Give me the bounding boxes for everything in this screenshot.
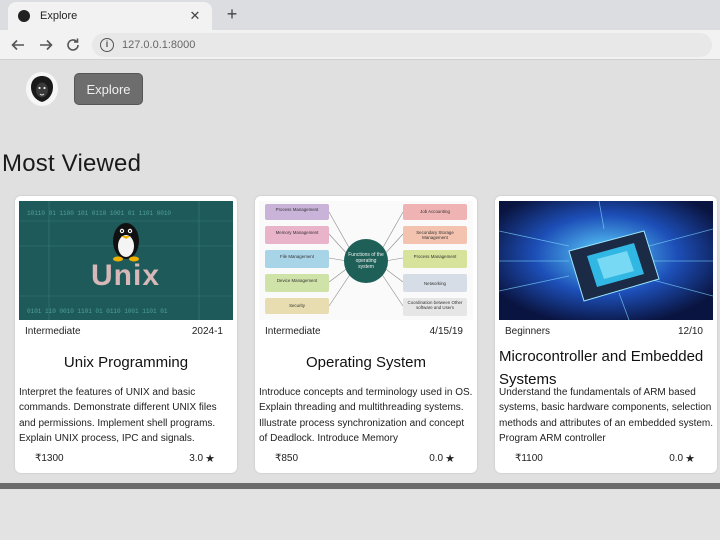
back-button[interactable]: [8, 35, 28, 55]
arrow-right-icon: [40, 39, 53, 51]
explore-button[interactable]: Explore: [74, 73, 143, 105]
star-icon: ★: [445, 453, 455, 465]
reload-button[interactable]: [63, 35, 83, 55]
microchip-image: [499, 201, 713, 320]
page-footer-area: [0, 489, 720, 540]
unix-course-image: 10110 01 1100 101 0110 1001 01 1101 0010…: [19, 201, 233, 320]
course-card-unix[interactable]: 10110 01 1100 101 0110 1001 01 1101 0010…: [15, 196, 237, 473]
course-title[interactable]: Unix Programming: [19, 354, 233, 371]
os-node-labels: Process Management Memory Management Fil…: [259, 201, 473, 320]
arrow-left-icon: [11, 39, 24, 51]
star-icon: ★: [685, 453, 695, 465]
os-center-label: Functions of the operating system: [348, 252, 384, 270]
browser-tab-bar: Explore ✕ +: [0, 0, 720, 30]
course-price: ₹1100: [515, 453, 543, 464]
url-text: 127.0.0.1:8000: [122, 39, 196, 51]
os-functions-diagram-image: Process Management Memory Management Fil…: [259, 201, 473, 320]
course-card-microcontroller[interactable]: Beginners 12/10 Microcontroller and Embe…: [495, 196, 717, 473]
os-node-label: Security: [289, 303, 305, 308]
unix-image-label: Unix: [91, 259, 161, 292]
lion-logo-icon: [31, 76, 53, 102]
rating-value: 3.0: [189, 453, 204, 464]
os-node-label: Process Management: [275, 207, 319, 212]
course-description: Understand the fundamentals of ARM based…: [499, 387, 713, 445]
tab-title: Explore: [40, 10, 78, 22]
new-tab-button[interactable]: +: [222, 4, 242, 24]
rating-value: 0.0: [429, 453, 444, 464]
star-icon: ★: [205, 453, 215, 465]
course-date: 12/10: [677, 326, 703, 337]
os-node-label: Job Accounting: [420, 209, 450, 214]
close-tab-icon[interactable]: ✕: [188, 8, 202, 24]
svg-text:10110 01 1100 101 0110 1001 01: 10110 01 1100 101 0110 1001 01 1101 0010: [27, 210, 171, 217]
page-content: Explore Most Viewed 10110 01 1100 101 01…: [0, 61, 720, 540]
course-date: 4/15/19: [429, 326, 463, 337]
course-rating: 0.0 ★: [429, 452, 455, 465]
course-price: ₹1300: [35, 453, 64, 464]
lion-logo[interactable]: [26, 72, 58, 106]
reload-icon: [67, 38, 79, 51]
info-icon[interactable]: i: [100, 38, 114, 52]
os-node-label: Memory Management: [275, 230, 319, 235]
course-level: Beginners: [505, 326, 551, 337]
rating-value: 0.0: [669, 453, 684, 464]
lion-favicon-icon: [18, 10, 30, 22]
section-title: Most Viewed: [2, 150, 142, 177]
course-rating: 3.0 ★: [189, 452, 215, 465]
course-description: Interpret the features of UNIX and basic…: [19, 387, 217, 445]
forward-button[interactable]: [36, 35, 56, 55]
os-node-label: File Management: [280, 254, 314, 259]
os-node-label: Secondary Storage Management: [416, 230, 454, 240]
os-node-label: Networking: [424, 281, 446, 286]
os-node-label: Coordination between Other software and …: [407, 300, 463, 310]
address-bar[interactable]: i 127.0.0.1:8000: [92, 33, 712, 57]
course-level: Intermediate: [25, 326, 81, 337]
course-price: ₹850: [275, 453, 299, 464]
browser-tab[interactable]: Explore ✕: [8, 2, 212, 30]
svg-text:0101 110 0010 1101 01 0110 100: 0101 110 0010 1101 01 0110 1001 1101 01: [27, 308, 168, 315]
course-rating: 0.0 ★: [669, 452, 695, 465]
os-node-label: Device Management: [276, 278, 318, 283]
course-level: Intermediate: [265, 326, 321, 337]
course-card-operating-system[interactable]: Process Management Memory Management Fil…: [255, 196, 477, 473]
course-date: 2024-1: [191, 326, 223, 337]
browser-toolbar: i 127.0.0.1:8000: [0, 30, 720, 60]
course-title[interactable]: Operating System: [259, 354, 473, 371]
os-node-label: Process Management: [413, 254, 457, 259]
course-description: Introduce concepts and terminology used …: [259, 387, 473, 445]
